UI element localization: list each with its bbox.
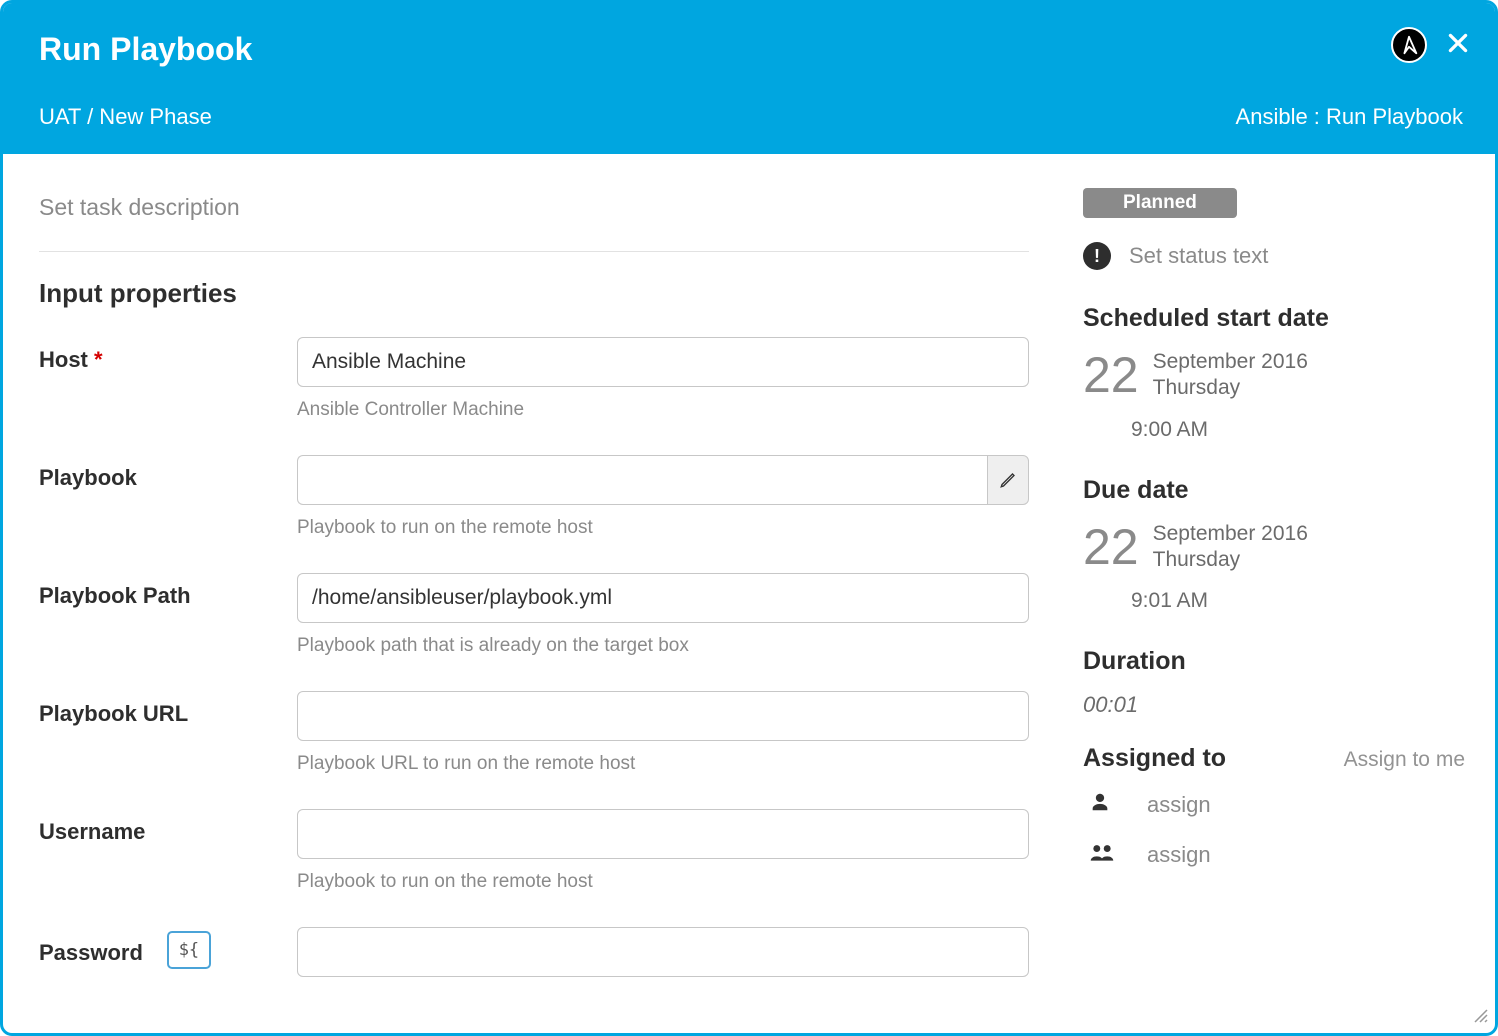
scheduled-date-block[interactable]: 22 September 2016 Thursday (1083, 349, 1465, 402)
playbook-path-input[interactable] (297, 573, 1029, 623)
host-help: Ansible Controller Machine (297, 399, 1029, 421)
playbook-help: Playbook to run on the remote host (297, 517, 1029, 539)
field-password: Password ${ (39, 927, 1029, 977)
scheduled-start-heading: Scheduled start date (1083, 304, 1465, 333)
scheduled-time: 9:00 AM (1131, 418, 1465, 442)
field-playbook-path: Playbook Path Playbook path that is alre… (39, 573, 1029, 657)
password-label: Password (39, 934, 143, 966)
scheduled-date-text: September 2016 Thursday (1153, 349, 1308, 402)
playbook-input[interactable] (297, 455, 987, 505)
host-label: Host * (39, 337, 297, 373)
assign-person-row[interactable]: assign (1083, 791, 1465, 819)
field-username: Username Playbook to run on the remote h… (39, 809, 1029, 893)
ansible-logo-icon (1391, 27, 1427, 63)
assign-person-text: assign (1147, 792, 1211, 818)
modal-body: Input properties Host * Ansible Controll… (3, 154, 1495, 1033)
status-badge: Planned (1083, 188, 1237, 218)
due-time: 9:01 AM (1131, 589, 1465, 613)
input-properties-heading: Input properties (39, 278, 1029, 309)
run-playbook-modal: Run Playbook UAT / New Phase Ansible : R… (0, 0, 1498, 1036)
field-playbook-url: Playbook URL Playbook URL to run on the … (39, 691, 1029, 775)
required-mark: * (94, 347, 103, 372)
due-day: 22 (1083, 522, 1139, 572)
modal-title: Run Playbook (39, 31, 1459, 68)
due-date-text: September 2016 Thursday (1153, 521, 1308, 574)
playbook-url-help: Playbook URL to run on the remote host (297, 753, 1029, 775)
modal-header: Run Playbook UAT / New Phase Ansible : R… (3, 3, 1495, 154)
team-icon (1089, 841, 1117, 869)
person-icon (1089, 791, 1117, 819)
assigned-to-heading: Assigned to (1083, 744, 1226, 773)
assign-team-text: assign (1147, 842, 1211, 868)
status-text-placeholder: Set status text (1129, 243, 1268, 269)
assign-to-me-link[interactable]: Assign to me (1344, 748, 1465, 772)
task-description-input[interactable] (39, 188, 1029, 252)
close-button[interactable] (1445, 28, 1471, 62)
assign-team-row[interactable]: assign (1083, 841, 1465, 869)
duration-heading: Duration (1083, 647, 1465, 676)
alert-icon: ! (1083, 242, 1111, 270)
sidebar-panel: Planned ! Set status text Scheduled star… (1065, 154, 1495, 1033)
host-input[interactable] (297, 337, 1029, 387)
username-input[interactable] (297, 809, 1029, 859)
playbook-edit-button[interactable] (987, 455, 1029, 505)
username-help: Playbook to run on the remote host (297, 871, 1029, 893)
playbook-path-help: Playbook path that is already on the tar… (297, 635, 1029, 657)
main-panel: Input properties Host * Ansible Controll… (3, 154, 1065, 1033)
status-text-row[interactable]: ! Set status text (1083, 242, 1465, 270)
header-actions (1391, 27, 1471, 63)
field-host: Host * Ansible Controller Machine (39, 337, 1029, 421)
resize-grip-icon[interactable] (1473, 1008, 1489, 1029)
playbook-url-input[interactable] (297, 691, 1029, 741)
playbook-url-label: Playbook URL (39, 691, 297, 727)
task-type-label: Ansible : Run Playbook (1236, 104, 1463, 130)
username-label: Username (39, 809, 297, 845)
pencil-icon (999, 471, 1017, 489)
scheduled-day: 22 (1083, 350, 1139, 400)
duration-value: 00:01 (1083, 692, 1465, 718)
password-input[interactable] (297, 927, 1029, 977)
playbook-path-label: Playbook Path (39, 573, 297, 609)
due-date-block[interactable]: 22 September 2016 Thursday (1083, 521, 1465, 574)
due-date-heading: Due date (1083, 476, 1465, 505)
variable-button[interactable]: ${ (167, 931, 211, 969)
playbook-label: Playbook (39, 455, 297, 491)
field-playbook: Playbook Playbook to run on the remote h… (39, 455, 1029, 539)
